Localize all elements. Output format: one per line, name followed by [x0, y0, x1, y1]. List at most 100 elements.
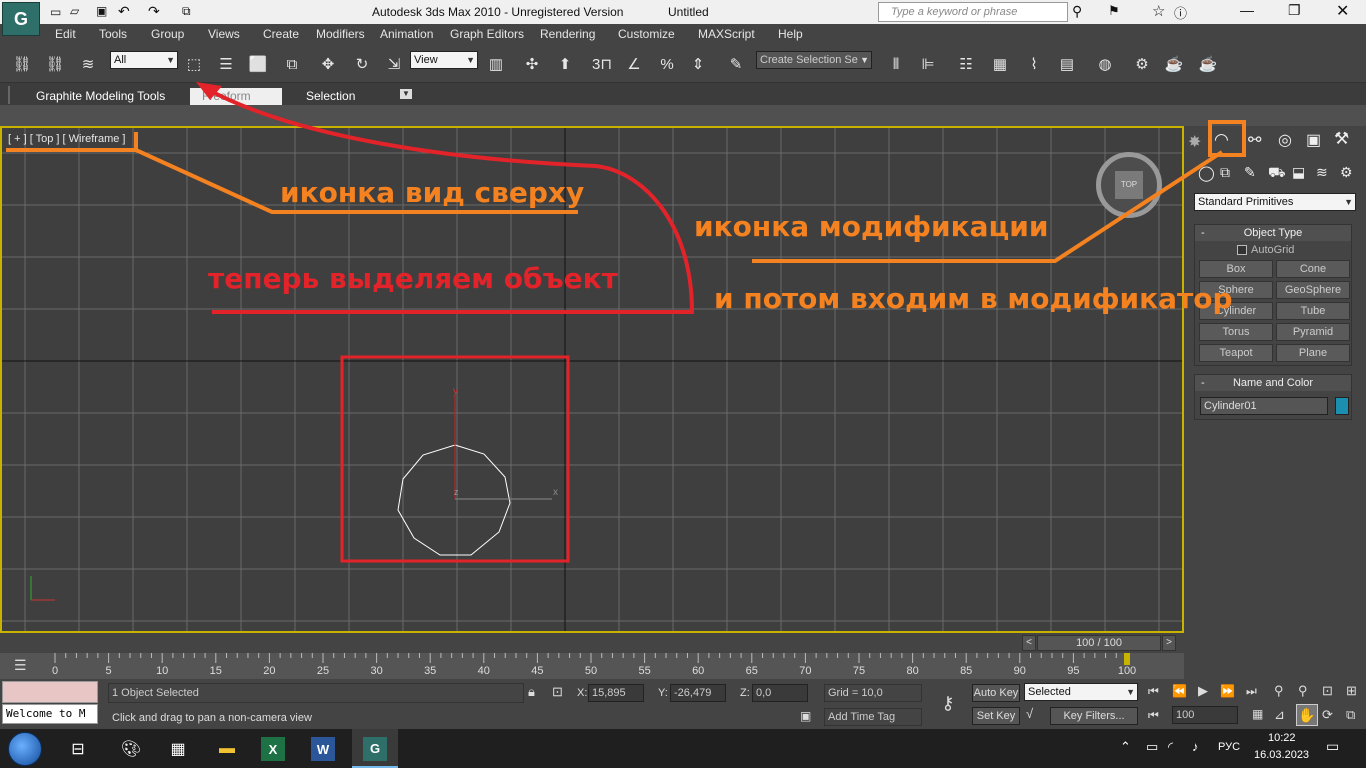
menu-customize[interactable]: Customize: [618, 27, 675, 41]
zoom-extents-all-icon[interactable]: ⊞: [1346, 683, 1357, 699]
window-crossing-icon[interactable]: ⧉: [280, 51, 304, 77]
tube-button[interactable]: Tube: [1276, 302, 1350, 320]
language-indicator[interactable]: РУС: [1218, 741, 1240, 753]
utilities-tab-icon[interactable]: ⚒: [1334, 129, 1349, 149]
ribbon-minimize-icon[interactable]: ▼: [400, 89, 412, 99]
next-key-icon[interactable]: ⏩: [1220, 684, 1235, 698]
word-icon[interactable]: W: [311, 737, 335, 761]
modify-tab-icon[interactable]: ◠: [1214, 130, 1229, 150]
systems-category-icon[interactable]: ⚙: [1340, 164, 1353, 181]
menu-graph-editors[interactable]: Graph Editors: [450, 27, 524, 41]
track-bar[interactable]: ☰ 0 5 10 15 20 25 30 35 40 45 50 55 60 65 70 75 80 85 90 95…: [0, 653, 1184, 679]
3dsmax-taskbar-button[interactable]: G: [352, 729, 398, 768]
selection-filter-dropdown[interactable]: All ▼: [110, 51, 178, 69]
bind-space-warp-icon[interactable]: ≋: [76, 51, 100, 77]
prev-frame-button[interactable]: <: [1022, 635, 1036, 651]
clock-date[interactable]: 16.03.2023: [1254, 749, 1309, 761]
box-button[interactable]: Box: [1199, 260, 1273, 278]
clock-time[interactable]: 10:22: [1268, 732, 1296, 744]
field-of-view-icon[interactable]: ⊿: [1274, 707, 1285, 723]
favorites-star-icon[interactable]: ☆: [1152, 2, 1165, 20]
file-explorer-icon[interactable]: ▬: [212, 734, 242, 764]
select-and-link-icon[interactable]: ⛓: [10, 51, 34, 77]
angle-snap-icon[interactable]: ∠: [622, 51, 646, 77]
notification-icon[interactable]: ▭: [1326, 738, 1339, 755]
menu-modifiers[interactable]: Modifiers: [316, 27, 365, 41]
menu-maxscript[interactable]: MAXScript: [698, 27, 755, 41]
zoom-all-icon[interactable]: ⚲: [1298, 683, 1308, 699]
tab-selection[interactable]: Selection: [294, 88, 367, 105]
play-icon[interactable]: ▶: [1198, 683, 1208, 699]
binoculars-icon[interactable]: ⚲: [1072, 3, 1082, 20]
unlink-icon[interactable]: ⛓: [43, 51, 67, 77]
set-key-button[interactable]: Set Key: [972, 707, 1020, 725]
undo-icon[interactable]: ↶: [118, 3, 130, 20]
auto-key-button[interactable]: Auto Key: [972, 684, 1020, 702]
name-and-color-header[interactable]: - Name and Color: [1195, 375, 1351, 391]
viewcube-top-face[interactable]: TOP: [1115, 171, 1143, 199]
pyramid-button[interactable]: Pyramid: [1276, 323, 1350, 341]
menu-animation[interactable]: Animation: [380, 27, 433, 41]
paint-app-icon[interactable]: 🎨︎: [116, 734, 146, 764]
render-setup-icon[interactable]: ⚙: [1130, 51, 1154, 77]
start-button-icon[interactable]: [8, 732, 42, 766]
select-object-icon[interactable]: ⬚: [182, 51, 206, 77]
curve-editor-icon[interactable]: ⌇: [1022, 51, 1046, 77]
graphite-toggle-icon[interactable]: ▦: [988, 51, 1012, 77]
menu-tools[interactable]: Tools: [99, 27, 127, 41]
select-by-name-icon[interactable]: ☰: [214, 51, 238, 77]
network-icon[interactable]: ◜: [1168, 739, 1173, 755]
add-time-tag-button[interactable]: Add Time Tag: [824, 708, 922, 726]
spacewarps-category-icon[interactable]: ≋: [1316, 164, 1328, 181]
object-color-swatch[interactable]: [1335, 397, 1349, 415]
cone-button[interactable]: Cone: [1276, 260, 1350, 278]
communication-center-icon[interactable]: ⚑: [1108, 3, 1120, 19]
tab-freeform[interactable]: Freeform: [190, 88, 282, 105]
snaps-toggle-icon[interactable]: 3 ⊓: [590, 51, 614, 77]
geometry-category-icon[interactable]: ◯: [1198, 164, 1215, 182]
close-button[interactable]: ✕: [1336, 1, 1349, 21]
redo-icon[interactable]: ↷: [148, 3, 160, 20]
absolute-mode-icon[interactable]: ⊡: [552, 684, 563, 700]
hierarchy-tab-icon[interactable]: ⚯: [1248, 130, 1261, 150]
torus-button[interactable]: Torus: [1199, 323, 1273, 341]
save-icon[interactable]: ▣: [96, 4, 107, 18]
shapes-category-icon[interactable]: ⧉: [1220, 164, 1230, 181]
app-logo-icon[interactable]: G: [2, 2, 40, 36]
maximize-viewport-icon[interactable]: ⧉: [1346, 707, 1355, 723]
time-tag-icon[interactable]: ▣: [800, 709, 811, 723]
z-coordinate-field[interactable]: 0,0: [752, 684, 808, 702]
menu-group[interactable]: Group: [151, 27, 184, 41]
selection-lock-icon[interactable]: 🔒︎: [528, 684, 535, 700]
menu-create[interactable]: Create: [263, 27, 299, 41]
open-file-icon[interactable]: ▱: [70, 4, 79, 18]
pan-view-icon[interactable]: ✋: [1296, 704, 1318, 726]
display-tab-icon[interactable]: ▣: [1306, 130, 1321, 150]
layer-manager-icon[interactable]: ☷: [954, 51, 978, 77]
named-selection-dropdown[interactable]: Create Selection Se ▼: [756, 51, 872, 69]
key-filters-curve-icon[interactable]: √: [1026, 706, 1033, 721]
select-and-move-icon[interactable]: ✥: [316, 51, 340, 77]
schematic-view-icon[interactable]: ▤: [1055, 51, 1079, 77]
edit-named-selection-icon[interactable]: ✎: [724, 51, 748, 77]
orbit-icon[interactable]: ⟳: [1322, 707, 1333, 723]
goto-start-icon[interactable]: ⏮: [1148, 684, 1159, 699]
maxscript-mini-listener-top[interactable]: [2, 681, 98, 703]
battery-icon[interactable]: ▭: [1146, 739, 1158, 755]
select-and-rotate-icon[interactable]: ↻: [350, 51, 374, 77]
minimize-button[interactable]: —: [1240, 2, 1254, 18]
helpers-category-icon[interactable]: ⬓: [1292, 164, 1305, 181]
goto-end-icon[interactable]: ⏭: [1246, 684, 1257, 699]
project-folder-icon[interactable]: ⧉: [182, 4, 191, 19]
primitive-category-dropdown[interactable]: Standard Primitives ▼: [1194, 193, 1356, 211]
new-file-icon[interactable]: ▭: [50, 5, 61, 19]
mirror-icon[interactable]: ⫴: [884, 51, 908, 77]
keyboard-shortcut-override-icon[interactable]: ⬆: [553, 51, 577, 77]
excel-icon[interactable]: X: [261, 737, 285, 761]
manipulate-icon[interactable]: ✣: [520, 51, 544, 77]
motion-tab-icon[interactable]: ◎: [1278, 130, 1292, 150]
pivot-center-icon[interactable]: ▥: [484, 51, 508, 77]
cameras-category-icon[interactable]: ⛟: [1268, 164, 1286, 183]
rectangular-selection-icon[interactable]: ⬜: [246, 51, 270, 77]
y-coordinate-field[interactable]: -26,479: [670, 684, 726, 702]
